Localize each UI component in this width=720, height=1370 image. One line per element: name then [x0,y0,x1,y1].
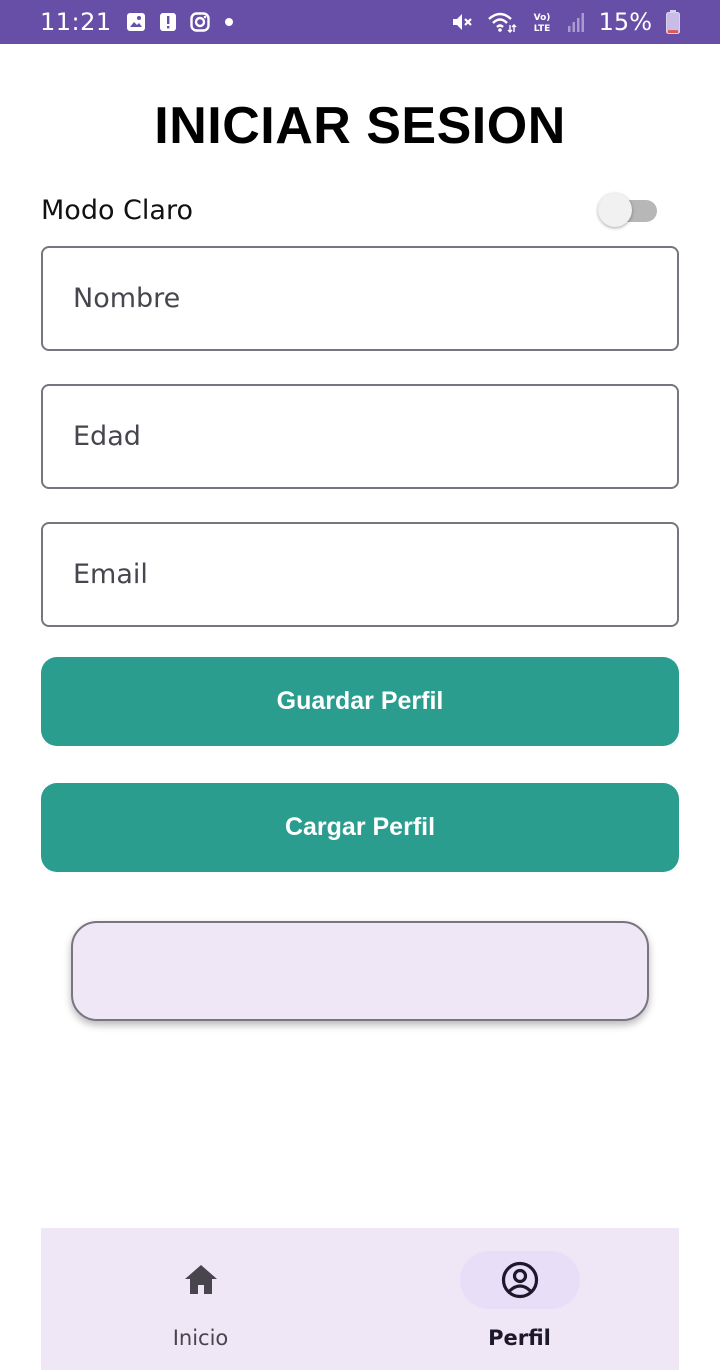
age-input[interactable] [43,386,677,487]
load-profile-button[interactable]: Cargar Perfil [41,783,679,872]
nav-pill-inicio [141,1251,261,1309]
page-title: INICIAR SESION [154,97,566,155]
nav-label-perfil: Perfil [488,1326,551,1350]
gallery-icon [126,12,146,32]
volte-icon: Vo) LTE [531,10,553,34]
nav-label-inicio: Inicio [172,1326,229,1350]
alert-icon [159,11,176,33]
name-field [41,246,679,351]
mute-icon [451,11,473,33]
signal-icon [567,11,585,33]
nav-item-inicio[interactable]: Inicio [41,1228,360,1370]
status-bar: 11:21 Vo) LTE 15% [0,0,720,44]
switch-thumb[interactable] [598,193,632,227]
battery-icon [666,10,680,34]
age-field [41,384,679,489]
dot-icon [224,17,234,27]
theme-toggle-switch[interactable] [598,193,658,227]
wifi-icon [487,11,517,33]
svg-text:Vo): Vo) [533,13,550,23]
nav-pill-perfil [459,1251,580,1309]
status-time: 11:21 [40,8,112,36]
theme-toggle-label: Modo Claro [41,195,193,226]
status-right: Vo) LTE 15% [451,8,680,36]
email-field [41,522,679,627]
account-circle-icon [500,1260,540,1300]
name-input[interactable] [43,248,677,349]
email-input[interactable] [43,524,677,625]
battery-percent: 15% [598,8,652,36]
instagram-icon [189,12,210,32]
home-icon [182,1262,220,1298]
profile-result-card [71,921,649,1021]
save-profile-button[interactable]: Guardar Perfil [41,657,679,746]
svg-text:LTE: LTE [533,24,550,34]
nav-item-perfil[interactable]: Perfil [360,1228,679,1370]
status-left: 11:21 [40,8,234,36]
bottom-navigation: Inicio Perfil [41,1228,679,1370]
